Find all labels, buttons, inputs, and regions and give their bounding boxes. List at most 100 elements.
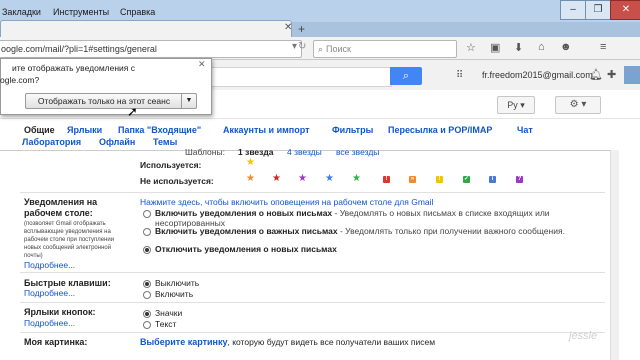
blue-star-icon[interactable]: ★	[325, 173, 334, 184]
popup-text-line1: ите отображать уведомления с	[12, 63, 136, 73]
section-divider	[20, 332, 605, 333]
red-bang-icon[interactable]: !	[383, 176, 390, 183]
hotkeys-title: Быстрые клавиши:	[24, 278, 111, 288]
radio-notify-off[interactable]	[143, 246, 151, 254]
stars-template-1[interactable]: 1 звезда	[238, 147, 274, 157]
stars-used-label: Используется:	[140, 160, 202, 170]
settings-gear-button[interactable]: ⚙ ▾	[555, 96, 601, 114]
new-tab-icon[interactable]: +	[298, 22, 305, 36]
orange-star-icon[interactable]: ★	[246, 173, 255, 184]
menu-help[interactable]: Справка	[120, 7, 155, 17]
radio-labels-text[interactable]	[143, 321, 151, 329]
notifications-bell-icon[interactable]: 🔔︎	[589, 68, 603, 81]
my-picture-row: Выберите картинку, которую будут видеть …	[140, 337, 435, 347]
account-email[interactable]: fr.freedom2015@gmail.com	[482, 70, 593, 80]
radio-labels-icons[interactable]	[143, 310, 151, 318]
my-picture-text: , которую будут видеть все получатели ва…	[227, 337, 436, 347]
magnifier-icon: ⌕	[318, 44, 324, 54]
tab-themes[interactable]: Темы	[153, 137, 177, 147]
popup-close-icon[interactable]: ✕	[198, 59, 206, 70]
tab-filters[interactable]: Фильтры	[332, 125, 373, 135]
option-notify-new: Включить уведомления о новых письмах - У…	[155, 208, 555, 228]
section-divider	[20, 272, 605, 273]
stars-unused-label: Не используется:	[140, 176, 214, 186]
apps-grid-icon[interactable]: ⠿	[456, 70, 463, 81]
yellow-bang-icon[interactable]: !	[436, 176, 443, 183]
purple-star-icon[interactable]: ★	[298, 173, 307, 184]
choose-picture-link[interactable]: Выберите картинку	[140, 337, 227, 347]
tab-offline[interactable]: Офлайн	[99, 137, 135, 147]
radio-notify-new[interactable]	[143, 210, 151, 218]
orange-guillemet-icon[interactable]: »	[409, 176, 416, 183]
popup-text: ите отображать уведомления с ogle.com?	[0, 62, 200, 86]
radio-notify-important[interactable]	[143, 228, 151, 236]
notifications-hint: (позволяет Gmail отображать всплывающие …	[24, 221, 115, 259]
hotkeys-off-label: Выключить	[155, 278, 200, 288]
menu-tools[interactable]: Инструменты	[53, 7, 109, 17]
button-labels-title: Ярлыки кнопок:	[24, 307, 96, 317]
browser-search-input[interactable]: ⌕ Поиск	[313, 40, 457, 58]
tab-forwarding[interactable]: Пересылка и POP/IMAP	[388, 125, 492, 135]
option-notify-new-title: Включить уведомления о новых письмах	[155, 208, 333, 218]
gmail-search-input[interactable]	[210, 67, 392, 87]
tab-general[interactable]: Общие	[24, 125, 55, 135]
stars-template-4[interactable]: 4 звезды	[287, 147, 322, 157]
green-check-icon[interactable]: ✓	[463, 176, 470, 183]
popup-text-line2: ogle.com?	[0, 75, 40, 85]
purple-question-icon[interactable]: ?	[516, 176, 523, 183]
blue-info-icon[interactable]: i	[489, 176, 496, 183]
popup-dropdown-icon[interactable]: ▼	[181, 93, 197, 109]
maximize-icon[interactable]: ❐	[585, 0, 611, 20]
option-notify-off-title: Отключить уведомления о новых письмах	[155, 244, 337, 254]
clipboard-icon[interactable]: ▣	[490, 41, 500, 54]
tab-close-icon[interactable]: ✕	[284, 22, 292, 33]
watermark: jessle	[569, 330, 598, 342]
browser-tab[interactable]	[0, 20, 292, 38]
radio-hotkeys-on[interactable]	[143, 291, 151, 299]
option-notify-important: Включить уведомления о важных письмах - …	[155, 226, 575, 236]
tab-inbox[interactable]: Папка "Входящие"	[118, 125, 201, 135]
notifications-title: Уведомления на рабочем столе:	[24, 197, 98, 218]
yellow-star-icon[interactable]: ★	[246, 157, 255, 168]
stars-template-all[interactable]: все звезды	[336, 147, 379, 157]
reload-icon[interactable]: ↻	[298, 41, 306, 52]
my-picture-title: Моя картинка:	[24, 337, 88, 347]
input-tools-label: Ру	[507, 100, 518, 110]
radio-hotkeys-off[interactable]	[143, 280, 151, 288]
tab-chat[interactable]: Чат	[517, 125, 533, 135]
avatar[interactable]	[624, 66, 640, 84]
input-tools-button[interactable]: Ру ▾	[497, 96, 535, 114]
search-icon: ⌕	[402, 70, 410, 82]
green-star-icon[interactable]: ★	[352, 173, 361, 184]
hamburger-menu-icon[interactable]: ≡	[600, 41, 606, 53]
option-notify-important-title: Включить уведомления о важных письмах	[155, 226, 338, 236]
download-icon[interactable]: ⬇	[514, 41, 523, 54]
url-field[interactable]: oogle.com/mail/?pli=1#settings/general	[0, 40, 302, 58]
search-placeholder: Поиск	[326, 44, 351, 54]
option-notify-off: Отключить уведомления о новых письмах	[155, 244, 337, 254]
hotkeys-more-link[interactable]: Подробнее...	[24, 288, 75, 298]
tab-labels[interactable]: Ярлыки	[67, 125, 102, 135]
chat-icon[interactable]: ☻	[560, 41, 572, 53]
minimize-icon[interactable]: –	[560, 0, 586, 20]
tab-labs[interactable]: Лаборатория	[22, 137, 81, 147]
red-star-icon[interactable]: ★	[272, 173, 281, 184]
url-dropdown-icon[interactable]: ▾	[292, 41, 297, 52]
allow-session-button[interactable]: Отображать только на этот сеанс	[25, 93, 183, 109]
share-plus-icon[interactable]: ✚	[607, 68, 616, 81]
page-scrollbar[interactable]	[610, 150, 619, 360]
enable-desktop-notifications-link[interactable]: Нажмите здесь, чтобы включить оповещения…	[140, 197, 433, 207]
labels-text-label: Текст	[155, 319, 177, 329]
tab-accounts[interactable]: Аккаунты и импорт	[223, 125, 310, 135]
button-labels-more-link[interactable]: Подробнее...	[24, 318, 75, 328]
menu-bookmarks[interactable]: Закладки	[2, 7, 41, 17]
notifications-more-link[interactable]: Подробнее...	[24, 260, 75, 270]
section-divider	[20, 192, 605, 193]
gmail-search-button[interactable]: ⌕	[390, 67, 422, 85]
star-icon[interactable]: ☆	[466, 41, 476, 54]
hotkeys-on-label: Включить	[155, 289, 194, 299]
option-notify-important-desc: - Уведомлять только при получении важног…	[337, 226, 565, 236]
section-divider	[20, 302, 605, 303]
window-close-icon[interactable]: ✕	[610, 0, 640, 20]
home-icon[interactable]: ⌂	[538, 41, 545, 53]
